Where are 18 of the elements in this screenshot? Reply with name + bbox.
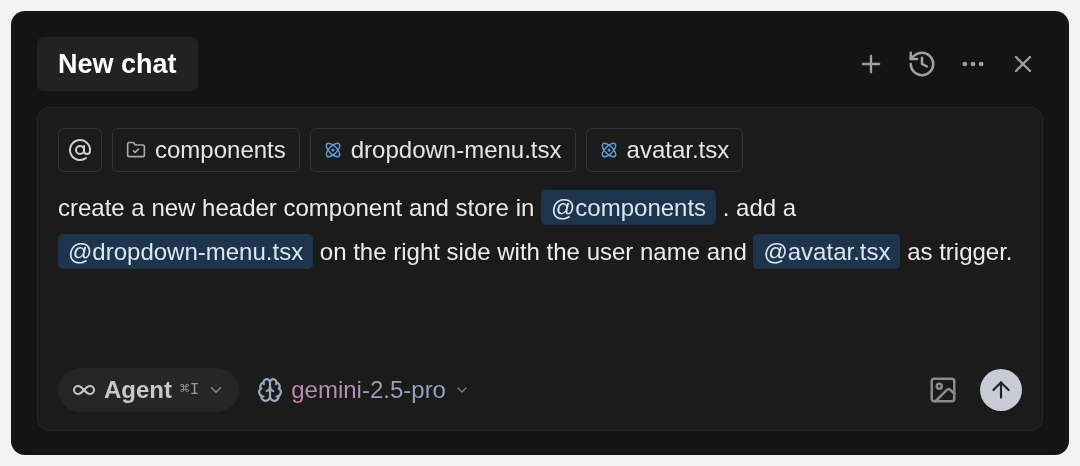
mention-button[interactable] bbox=[58, 128, 102, 172]
chat-title-tab[interactable]: New chat bbox=[37, 37, 198, 91]
brain-icon bbox=[257, 377, 284, 403]
history-icon[interactable] bbox=[907, 49, 937, 79]
context-chip[interactable]: dropdown-menu.tsx bbox=[309, 128, 576, 172]
mention-link[interactable]: @dropdown-menu.tsx bbox=[58, 234, 314, 269]
agent-mode-dropdown[interactable]: Agent ⌘I bbox=[58, 368, 240, 412]
atom-icon bbox=[323, 141, 342, 159]
atom-icon bbox=[599, 141, 618, 159]
context-chip[interactable]: components bbox=[112, 128, 300, 172]
mention-link[interactable]: @components bbox=[541, 190, 717, 225]
message-text: create a new header component and store in @components . add a @dropdown-menu.tsx on the right side with the user name and @avatar.tsx as trigger. bbox=[58, 186, 1022, 274]
send-button[interactable] bbox=[980, 369, 1022, 411]
mention-link[interactable]: @avatar.tsx bbox=[753, 234, 901, 269]
at-sign-icon bbox=[68, 138, 92, 162]
folder-check-icon bbox=[126, 140, 146, 160]
image-icon[interactable] bbox=[928, 375, 958, 405]
context-chip[interactable]: avatar.tsx bbox=[585, 128, 744, 172]
